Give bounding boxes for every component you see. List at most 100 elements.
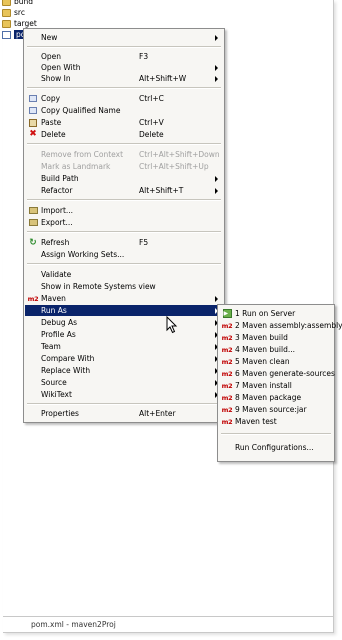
folder-icon	[2, 19, 11, 28]
submenu-item-maven-build[interactable]: m2 3 Maven build	[219, 332, 333, 343]
menu-item-paste[interactable]: Paste Ctrl+V	[25, 117, 223, 128]
menu-item-assign-working-sets[interactable]: Assign Working Sets...	[25, 249, 223, 260]
maven-m2-icon: m2	[221, 357, 233, 366]
menu-item-import[interactable]: Import...	[25, 205, 223, 216]
menu-item-remove-from-context: Remove from Context Ctrl+Alt+Shift+Down	[25, 149, 223, 160]
submenu-item-maven-assembly[interactable]: m2 2 Maven assembly:assembly	[219, 320, 342, 331]
menu-item-open-with[interactable]: Open With	[25, 62, 223, 73]
menu-item-run-as[interactable]: Run As	[25, 305, 223, 316]
status-bar-text: pom.xml - maven2Proj	[31, 619, 116, 629]
menu-item-shortcut: Ctrl+Alt+Shift+Down	[139, 150, 220, 159]
submenu-item-maven-package[interactable]: m2 8 Maven package	[219, 392, 333, 403]
menu-item-compare-with[interactable]: Compare With	[25, 353, 223, 364]
menu-item-label: Copy	[41, 94, 61, 103]
menu-item-label: Debug As	[41, 318, 78, 327]
menu-item-shortcut: Alt+Shift+T	[139, 186, 184, 195]
menu-separator	[27, 403, 221, 405]
menu-item-label: Source	[41, 378, 67, 387]
menu-item-label: Compare With	[41, 354, 95, 363]
menu-item-validate[interactable]: Validate	[25, 269, 223, 280]
menu-item-source[interactable]: Source	[25, 377, 223, 388]
menu-item-label: Run As	[41, 306, 67, 315]
menu-item-label: Show In	[41, 74, 71, 83]
submenu-item-label: 4 Maven build...	[235, 345, 296, 354]
submenu-arrow-icon	[215, 34, 218, 41]
run-as-submenu: ▶ 1 Run on Server m2 2 Maven assembly:as…	[217, 304, 342, 462]
xml-file-icon	[2, 30, 11, 39]
submenu-item-maven-generate-sources[interactable]: m2 6 Maven generate-sources	[219, 368, 335, 379]
menu-item-copy-qualified-name[interactable]: Copy Qualified Name	[25, 105, 223, 116]
menu-item-export[interactable]: Export...	[25, 217, 223, 228]
menu-separator	[27, 231, 221, 233]
menu-item-wikitext[interactable]: WikiText	[25, 389, 223, 400]
status-bar: pom.xml - maven2Proj	[3, 616, 333, 631]
menu-item-label: Delete	[41, 130, 66, 139]
menu-item-label: Refactor	[41, 186, 73, 195]
menu-item-properties[interactable]: Properties Alt+Enter	[25, 408, 223, 419]
menu-separator	[27, 87, 221, 89]
menu-item-label: Profile As	[41, 330, 76, 339]
menu-item-open[interactable]: Open F3	[25, 51, 223, 62]
refresh-icon: ↻	[29, 237, 37, 248]
submenu-item-label: Maven test	[235, 417, 277, 426]
submenu-item-label: 2 Maven assembly:assembly	[235, 321, 342, 330]
menu-separator	[27, 199, 221, 201]
submenu-arrow-icon	[215, 64, 218, 71]
menu-item-show-in[interactable]: Show In Alt+Shift+W	[25, 73, 223, 84]
menu-item-label: Replace With	[41, 366, 91, 375]
menu-item-shortcut: F3	[139, 52, 149, 61]
menu-item-refactor[interactable]: Refactor Alt+Shift+T	[25, 185, 223, 196]
menu-item-shortcut: Ctrl+Alt+Shift+Up	[139, 162, 209, 171]
menu-item-delete[interactable]: ✖ Delete Delete	[25, 129, 223, 140]
menu-item-shortcut: Alt+Enter	[139, 409, 176, 418]
submenu-item-maven-source-jar[interactable]: m2 9 Maven source:jar	[219, 404, 333, 415]
menu-item-label: New	[41, 33, 58, 42]
submenu-item-maven-clean[interactable]: m2 5 Maven clean	[219, 356, 333, 367]
tree-item-label: bund	[14, 0, 34, 6]
submenu-item-maven-test[interactable]: m2 Maven test	[219, 416, 333, 427]
context-menu: New Open F3 Open With Show In Alt+Shift+…	[23, 28, 225, 423]
submenu-item-maven-install[interactable]: m2 7 Maven install	[219, 380, 333, 391]
menu-item-label: Refresh	[41, 238, 70, 247]
menu-item-new[interactable]: New	[25, 32, 223, 43]
menu-item-shortcut: Ctrl+C	[139, 94, 164, 103]
tree-item-src[interactable]: src	[2, 7, 25, 18]
submenu-item-run-configurations[interactable]: Run Configurations...	[219, 442, 333, 453]
menu-item-mark-as-landmark: Mark as Landmark Ctrl+Alt+Shift+Up	[25, 161, 223, 172]
import-icon	[28, 206, 38, 215]
submenu-item-run-on-server[interactable]: ▶ 1 Run on Server	[219, 308, 333, 319]
menu-separator	[221, 433, 331, 435]
menu-item-debug-as[interactable]: Debug As	[25, 317, 223, 328]
menu-item-label: Export...	[41, 218, 73, 227]
maven-m2-icon: m2	[221, 405, 233, 414]
maven-m2-icon: m2	[221, 345, 233, 354]
submenu-item-maven-build-dialog[interactable]: m2 4 Maven build...	[219, 344, 333, 355]
submenu-item-label: 6 Maven generate-sources	[235, 369, 335, 378]
tree-item-bund[interactable]: bund	[2, 0, 33, 7]
submenu-item-label: 9 Maven source:jar	[235, 405, 307, 414]
menu-item-copy[interactable]: Copy Ctrl+C	[25, 93, 223, 104]
menu-item-label: Properties	[41, 409, 79, 418]
copy-qualified-name-icon	[28, 106, 38, 115]
menu-item-maven[interactable]: m2 Maven	[25, 293, 223, 304]
menu-item-replace-with[interactable]: Replace With	[25, 365, 223, 376]
menu-item-profile-as[interactable]: Profile As	[25, 329, 223, 340]
folder-icon	[2, 8, 11, 17]
maven-m2-icon: m2	[221, 321, 233, 330]
submenu-item-label: 7 Maven install	[235, 381, 292, 390]
menu-item-refresh[interactable]: ↻ Refresh F5	[25, 237, 223, 248]
submenu-item-label: 3 Maven build	[235, 333, 288, 342]
menu-item-show-in-remote-systems[interactable]: Show in Remote Systems view	[25, 281, 223, 292]
maven-m2-icon: m2	[27, 294, 39, 303]
menu-item-label: Assign Working Sets...	[41, 250, 125, 259]
menu-separator	[27, 263, 221, 265]
submenu-item-label: 8 Maven package	[235, 393, 302, 402]
submenu-item-label: 1 Run on Server	[235, 309, 296, 318]
copy-icon	[28, 94, 38, 103]
menu-item-build-path[interactable]: Build Path	[25, 173, 223, 184]
menu-separator	[27, 46, 221, 48]
menu-item-label: Team	[41, 342, 61, 351]
maven-m2-icon: m2	[221, 333, 233, 342]
menu-item-team[interactable]: Team	[25, 341, 223, 352]
submenu-arrow-icon	[215, 295, 218, 302]
